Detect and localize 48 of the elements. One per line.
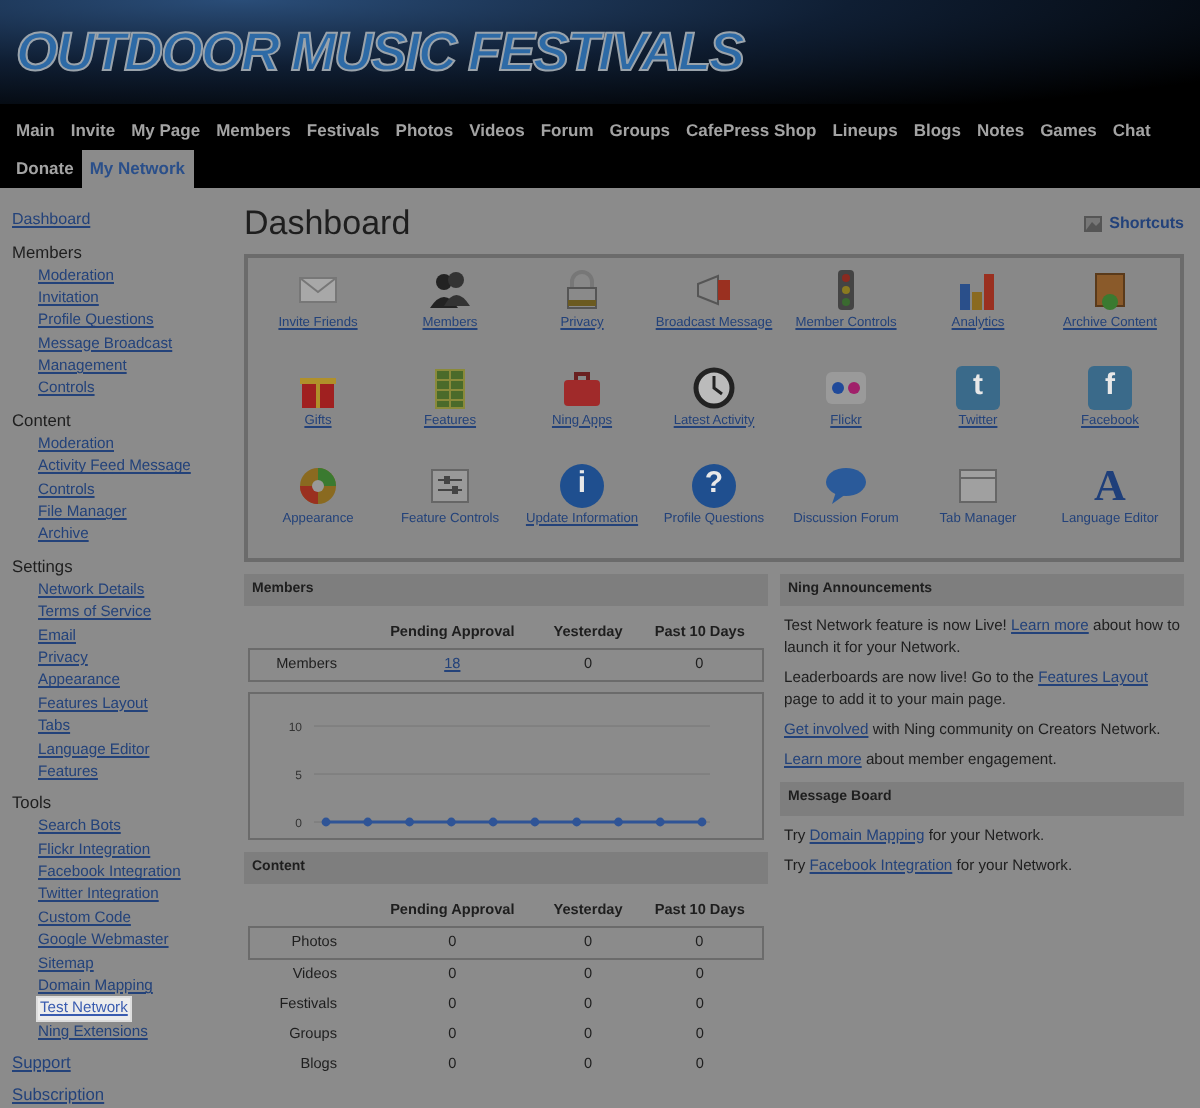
nav-tab[interactable]: My Network	[81, 149, 194, 187]
nav-tab[interactable]: Donate	[8, 149, 82, 187]
nav-tab[interactable]: CafePress Shop	[678, 112, 825, 150]
sidebar-heading: Tools	[12, 790, 54, 815]
data-point	[655, 817, 665, 827]
data-point	[530, 817, 540, 827]
tile-icon: f	[1088, 365, 1132, 409]
tile-icon: t	[956, 365, 1000, 409]
window-icon	[956, 463, 1000, 507]
nav-tab[interactable]: Members	[208, 112, 299, 150]
people-icon	[428, 267, 472, 311]
picture-icon	[1083, 215, 1102, 231]
nav-tab[interactable]: Lineups	[824, 112, 906, 150]
ball-icon	[296, 463, 340, 507]
sidebar-heading: Content	[12, 407, 73, 432]
sliders-icon	[428, 463, 472, 507]
letter-icon: A	[1088, 463, 1132, 507]
nav-tab[interactable]: Photos	[387, 112, 462, 150]
sidebar-heading: Members	[12, 239, 84, 263]
nav-tab[interactable]: My Page	[123, 112, 209, 150]
shortcuts-link[interactable]: Shortcuts	[1083, 211, 1184, 235]
page-title: Dashboard	[244, 203, 411, 243]
nav-tab[interactable]: Games	[1032, 112, 1105, 150]
nav-tab[interactable]: Groups	[601, 112, 679, 150]
nav-tab[interactable]: Main	[8, 112, 63, 150]
clock-icon	[692, 365, 736, 409]
nav-tab[interactable]: Chat	[1104, 112, 1159, 150]
sidebar-link[interactable]: Dashboard	[12, 209, 91, 230]
nav-tab[interactable]: Forum	[532, 112, 602, 150]
sidebar-link[interactable]: Subscription	[12, 1084, 105, 1105]
round-icon: ?	[692, 463, 736, 507]
data-point	[405, 817, 414, 827]
sidebar-link[interactable]: Support	[12, 1052, 71, 1073]
data-point	[572, 817, 582, 827]
nav-tab[interactable]: Invite	[62, 112, 124, 150]
data-point	[697, 817, 707, 827]
nav-tab[interactable]: Festivals	[298, 112, 388, 150]
data-point	[363, 817, 373, 827]
speech-bubble-icon	[824, 463, 868, 507]
data-point	[446, 817, 456, 827]
nav-tab[interactable]: Notes	[968, 112, 1033, 150]
data-point	[321, 817, 331, 827]
round-icon: i	[560, 463, 604, 507]
nav-tab[interactable]: Videos	[461, 112, 533, 150]
data-point	[614, 817, 623, 827]
nav-tab[interactable]: Blogs	[905, 112, 969, 150]
data-point	[488, 817, 498, 827]
sidebar-heading: Settings	[12, 553, 75, 578]
